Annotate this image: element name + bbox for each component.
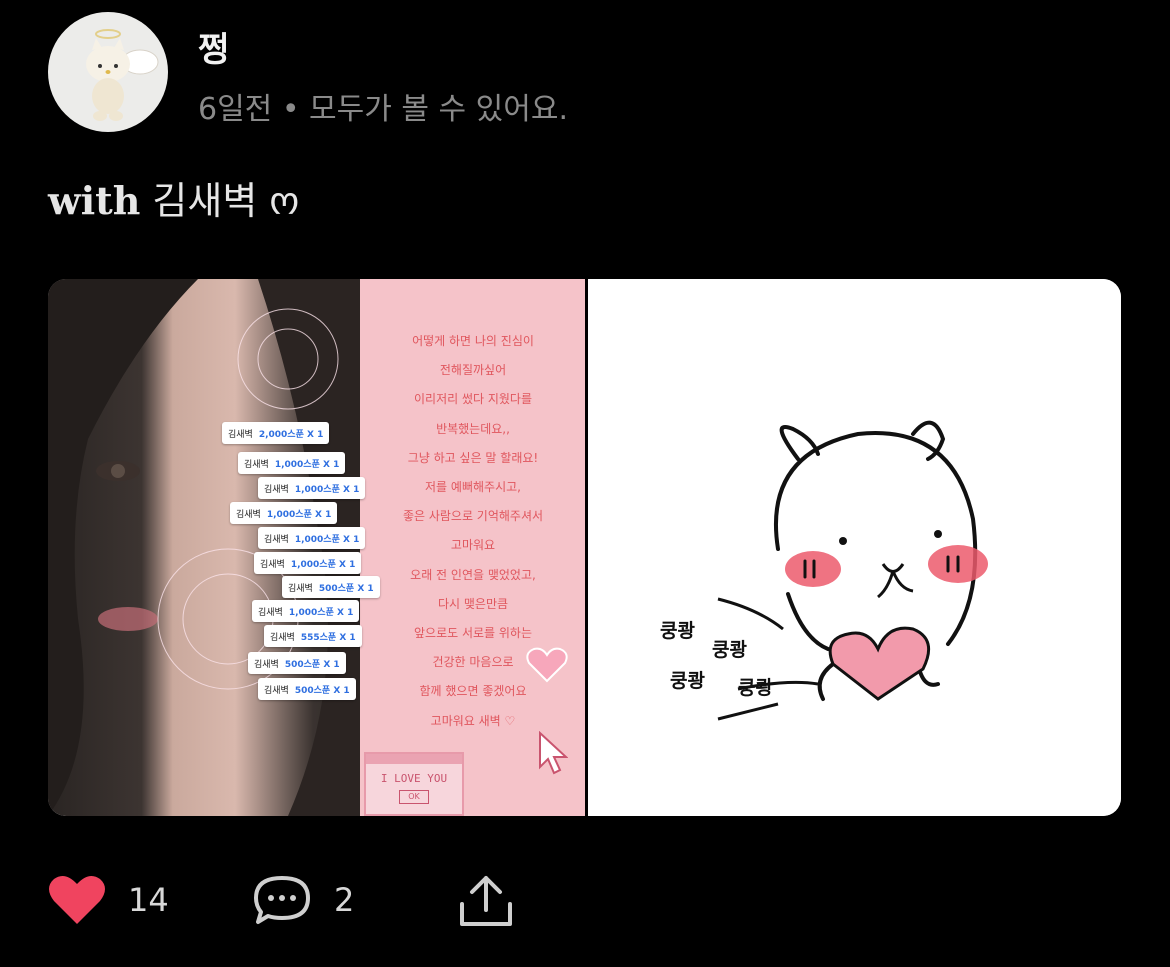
donation-chip: 김새벽 500스푼 X 1 bbox=[248, 652, 346, 674]
donation-chip: 김새벽 1,000스푼 X 1 bbox=[238, 452, 346, 474]
donation-chip: 김새벽 500스푼 X 1 bbox=[258, 678, 356, 700]
letter-line: 좋은 사람으로 기억해주셔서 bbox=[402, 509, 544, 524]
sfx-text: 쿵쾅 bbox=[670, 670, 705, 692]
comment-count: 2 bbox=[334, 881, 355, 919]
donation-chip: 김새벽 2,000스푼 X 1 bbox=[222, 422, 330, 444]
donation-chip: 김새벽 500스푼 X 1 bbox=[282, 576, 380, 598]
caption-with: with bbox=[48, 178, 141, 223]
share-icon[interactable] bbox=[456, 874, 516, 928]
letter-line: 앞으로도 서로를 위하는 bbox=[413, 626, 533, 641]
donation-chip: 김새벽 1,000스푼 X 1 bbox=[252, 600, 360, 622]
letter-line: 전해질까싶어 bbox=[439, 363, 507, 378]
love-you-dialog: I LOVE YOU OK bbox=[364, 752, 464, 816]
bear-illustration bbox=[717, 420, 988, 721]
angel-kitty-avatar-icon bbox=[86, 29, 159, 121]
post-image-1[interactable]: 어떻게 하면 나의 진심이 전해질까싶어 이리저리 썼다 지웠다를 반복했는데요… bbox=[48, 279, 585, 816]
post-actions: 14 2 bbox=[0, 860, 1170, 950]
post-caption: with 김새벽 ო bbox=[48, 170, 299, 225]
post-image-gallery[interactable]: 어떻게 하면 나의 진심이 전해질까싶어 이리저리 썼다 지웠다를 반복했는데요… bbox=[48, 279, 1121, 816]
ok-button: OK bbox=[399, 790, 429, 804]
sfx-text: 쿵쾅 bbox=[712, 639, 747, 661]
letter-line: 저를 예뻐해주시고, bbox=[425, 480, 521, 495]
donation-chip: 김새벽 555스푼 X 1 bbox=[264, 625, 362, 647]
post-meta: 6일전 • 모두가 볼 수 있어요. bbox=[198, 92, 568, 127]
letter-line: 오래 전 인연을 맺었었고, bbox=[410, 567, 536, 582]
donation-chip: 김새벽 1,000스푼 X 1 bbox=[258, 527, 366, 549]
comment-bubble-icon[interactable] bbox=[252, 874, 312, 926]
dialog-titlebar bbox=[366, 754, 462, 764]
letter-line: 고마워요 bbox=[450, 538, 496, 553]
cursor-arrow-icon bbox=[539, 731, 568, 775]
like-count: 14 bbox=[128, 881, 169, 919]
love-you-text: I LOVE YOU bbox=[380, 772, 448, 785]
caption-emoji: ო bbox=[269, 179, 300, 223]
letter-line: 이리저리 썼다 지웠다를 bbox=[413, 392, 533, 407]
comment-action[interactable]: 2 bbox=[252, 874, 354, 926]
share-action[interactable] bbox=[456, 874, 516, 928]
donation-chip: 김새벽 1,000스푼 X 1 bbox=[230, 502, 338, 524]
like-action[interactable]: 14 bbox=[48, 874, 169, 926]
heart-icon[interactable] bbox=[48, 874, 106, 926]
sfx-text: 쿵쾅 bbox=[660, 620, 695, 642]
donation-chip: 김새벽 1,000스푼 X 1 bbox=[254, 552, 362, 574]
post-image-2[interactable]: 쿵쾅 쿵쾅 쿵쾅 쿵쾅 bbox=[588, 279, 1121, 816]
author-name[interactable]: 쩡 bbox=[198, 22, 229, 71]
donation-chip: 김새벽 1,000스푼 X 1 bbox=[258, 477, 366, 499]
sfx-text: 쿵쾅 bbox=[738, 677, 773, 699]
letter-line: 다시 맺은만큼 bbox=[437, 596, 509, 611]
avatar[interactable] bbox=[48, 12, 168, 132]
letter-line: 반복했는데요,, bbox=[436, 421, 510, 436]
letter-line: 그냥 하고 싶은 말 할래요! bbox=[407, 450, 539, 465]
letter-line: 어떻게 하면 나의 진심이 bbox=[412, 334, 534, 348]
pixel-heart-icon bbox=[526, 647, 568, 683]
caption-mention[interactable]: 김새벽 bbox=[152, 179, 257, 223]
